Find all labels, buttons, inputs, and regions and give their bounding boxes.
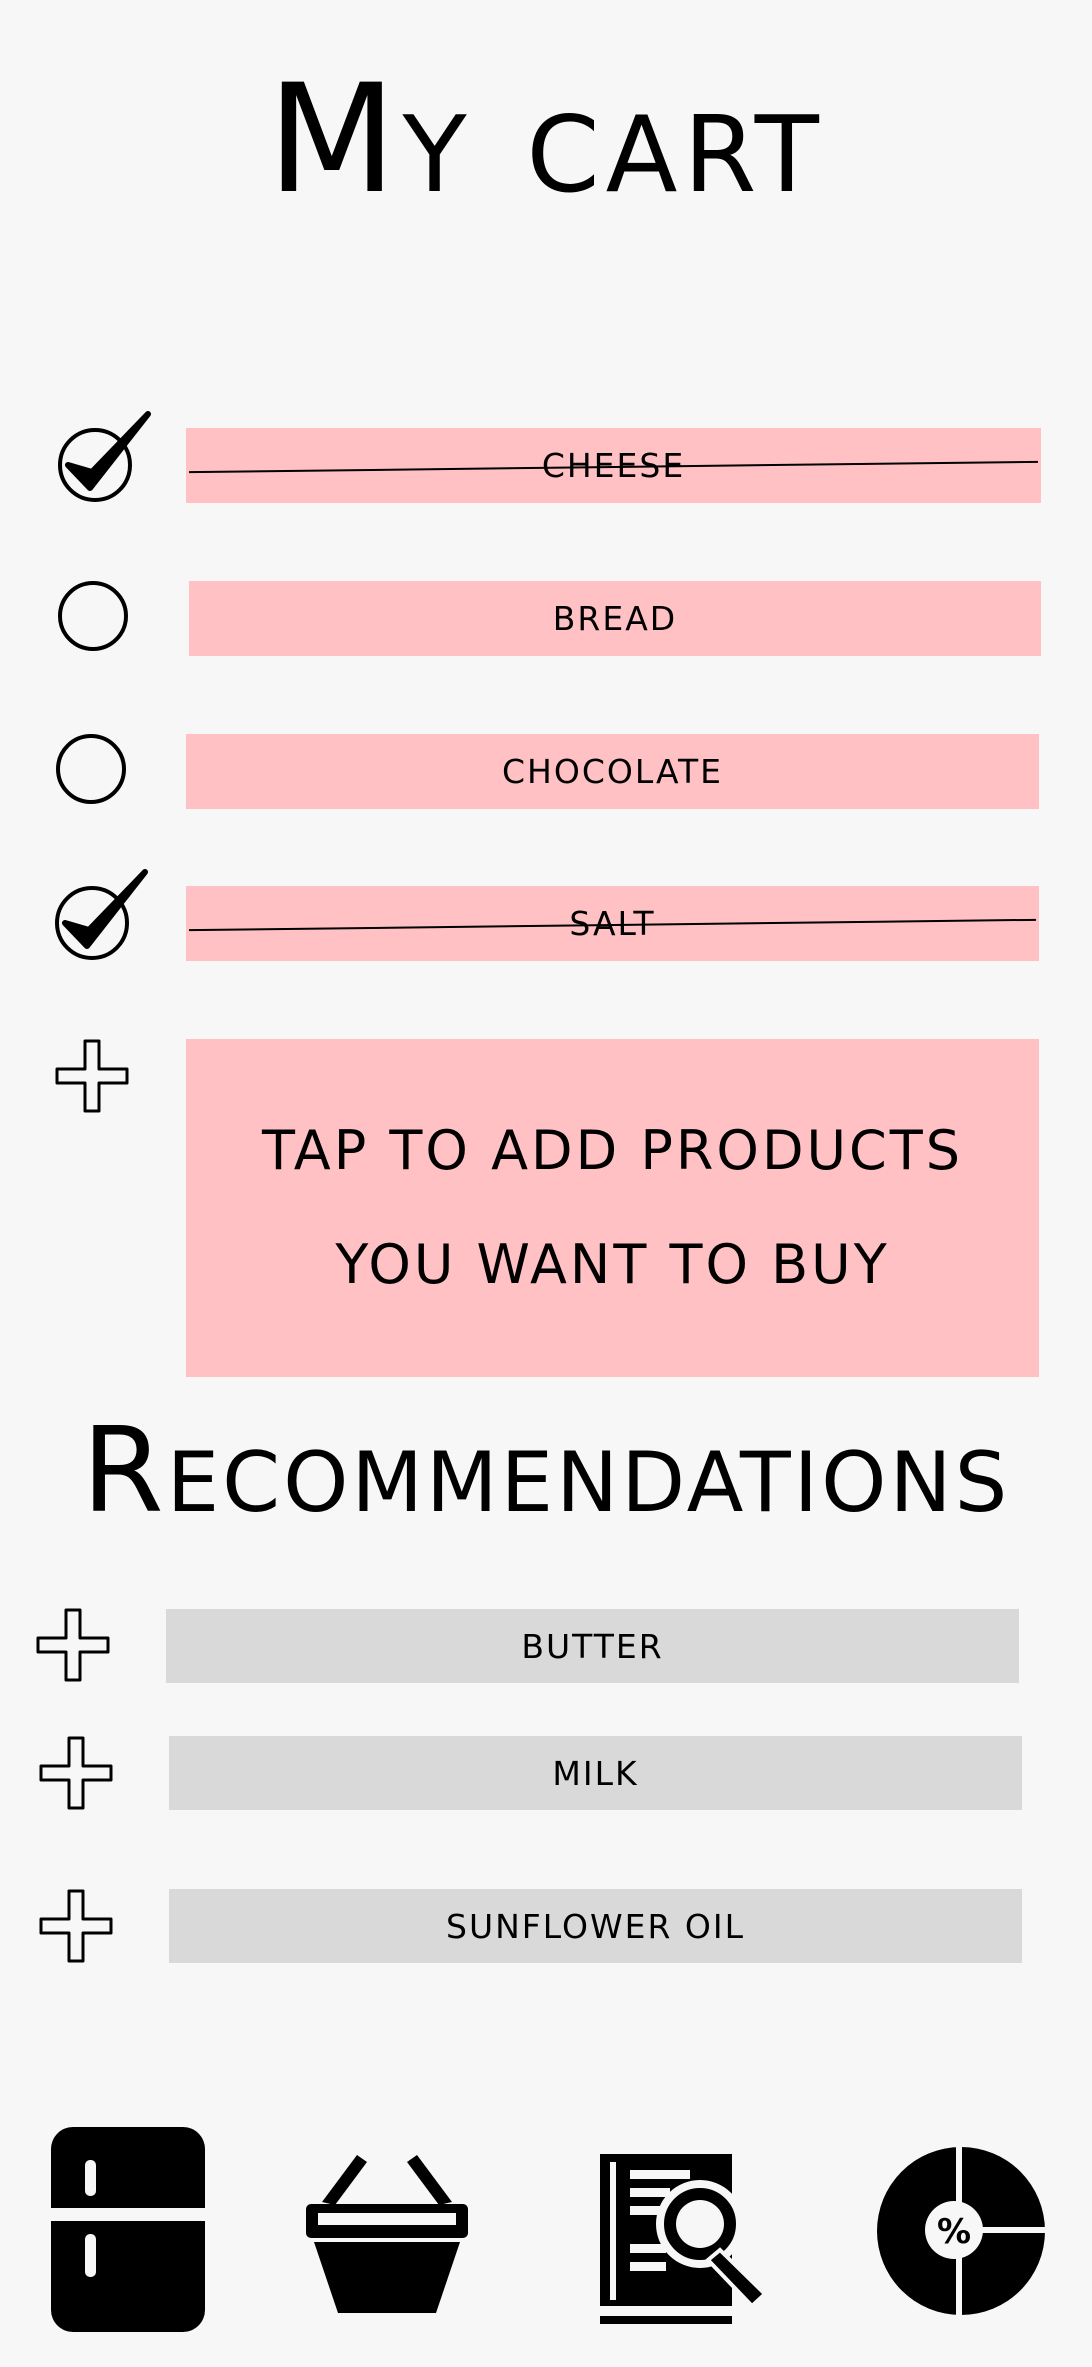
cart-item-bar[interactable]: CHOCOLATE xyxy=(186,734,1039,809)
unchecked-checkbox[interactable] xyxy=(56,734,126,804)
add-prompt-line-2: YOU WANT TO BUY xyxy=(335,1233,890,1296)
add-recommendation-plus-icon[interactable] xyxy=(38,1888,114,1964)
cart-item-bar[interactable]: CHEESE xyxy=(186,428,1041,503)
basket-icon[interactable] xyxy=(304,2147,470,2315)
cart-item-label: CHOCOLATE xyxy=(501,752,723,791)
discount-pie-icon[interactable]: % xyxy=(876,2146,1051,2316)
cart-item-bar[interactable]: SALT xyxy=(186,886,1039,961)
cart-item-bar[interactable]: BREAD xyxy=(189,581,1041,656)
add-recommendation-plus-icon[interactable] xyxy=(38,1735,114,1811)
cart-item-label: BREAD xyxy=(552,599,678,638)
add-products-button[interactable]: TAP TO ADD PRODUCTS YOU WANT TO BUY xyxy=(186,1039,1039,1377)
checkmark-icon xyxy=(55,869,148,960)
recommendation-label: SUNFLOWER OIL xyxy=(446,1906,745,1946)
recommendation-label: MILK xyxy=(552,1753,639,1793)
recommendation-label: BUTTER xyxy=(521,1626,664,1666)
recommendation-bar[interactable]: MILK xyxy=(169,1736,1022,1810)
recipe-search-icon[interactable] xyxy=(600,2154,775,2324)
svg-text:%: % xyxy=(937,2212,971,2252)
recommendations-title: Recommendations xyxy=(81,1401,1011,1539)
unchecked-checkbox[interactable] xyxy=(58,581,128,651)
add-prompt-line-1: TAP TO ADD PRODUCTS xyxy=(261,1119,964,1182)
fridge-icon[interactable] xyxy=(51,2127,205,2332)
checkmark-icon xyxy=(58,411,151,502)
recommendation-bar[interactable]: SUNFLOWER OIL xyxy=(169,1889,1022,1963)
page-title: My cart xyxy=(267,53,825,227)
recommendation-bar[interactable]: BUTTER xyxy=(166,1609,1019,1683)
add-product-plus-icon[interactable] xyxy=(54,1038,130,1114)
add-recommendation-plus-icon[interactable] xyxy=(35,1607,111,1683)
